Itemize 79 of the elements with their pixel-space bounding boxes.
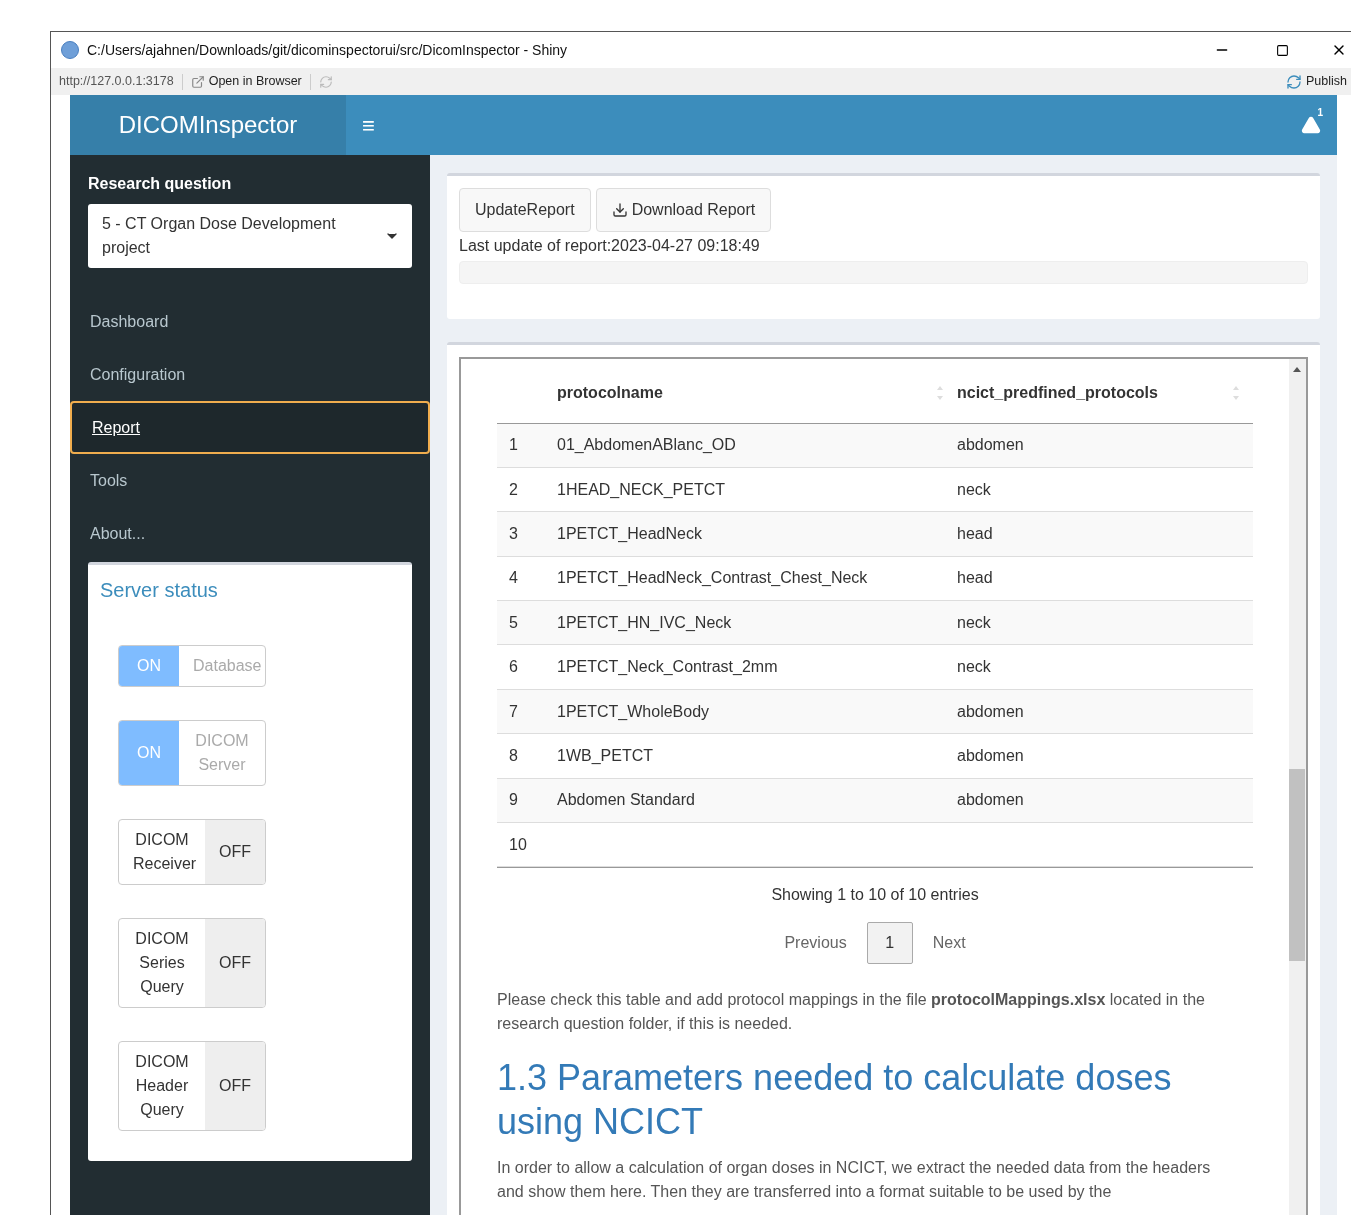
paragraph-text: In order to allow a calculation of organ doses in NCICT, we extract the needed data from the headers and show them here. Then they are transferred into a format suitable to be used by the — [497, 1158, 1212, 1203]
status-switch[interactable]: DICOM Header Query OFF — [118, 1041, 266, 1131]
off-indicator: OFF — [205, 1042, 265, 1130]
panel-title: Server status — [100, 578, 219, 603]
maximize-icon[interactable] — [1276, 43, 1289, 57]
table-cell: 5 — [497, 600, 557, 645]
status-switch[interactable]: DICOM Receiver OFF — [118, 819, 266, 885]
window-title: C:/Users/ajahnen/Downloads/git/dicominspectorui/src/DicomInspector - Shiny — [87, 40, 569, 60]
switch-label: DICOM Server — [194, 731, 250, 775]
table-cell: neck — [957, 467, 1253, 512]
table-cell: 1PETCT_WholeBody — [557, 689, 957, 734]
sidebar-item[interactable]: Tools — [70, 454, 430, 507]
off-indicator: OFF — [205, 820, 265, 884]
table-cell: Abdomen Standard — [557, 778, 957, 823]
download-report-button[interactable]: Download Report — [595, 188, 772, 232]
table-cell: 1PETCT_Neck_Contrast_2mm — [557, 644, 957, 690]
on-indicator: ON — [119, 646, 179, 686]
pagination-link[interactable]: Next — [932, 931, 966, 956]
open-in-browser-button[interactable]: Open in Browser — [190, 72, 302, 91]
table-cell: head — [957, 556, 1253, 601]
section-heading: 1.3 Parameters needed to calculate doses using NCICT — [497, 1056, 1173, 1145]
switch-label: DICOM Header Query — [134, 1052, 190, 1120]
table-cell: neck — [957, 600, 1253, 645]
switch-label: DICOM Receiver — [132, 830, 198, 874]
app-icon — [61, 41, 79, 59]
off-indicator: OFF — [205, 919, 265, 1007]
pagination-link[interactable]: Previous — [784, 931, 847, 956]
table-cell: abdomen — [957, 423, 1253, 468]
sidebar-item[interactable]: Report — [70, 401, 430, 454]
table-cell: 8 — [497, 733, 557, 779]
last-update-text: Last update of report:2023-04-27 09:18:49 — [459, 236, 761, 256]
table-cell: abdomen — [957, 733, 1253, 779]
table-cell: 3 — [497, 511, 557, 557]
column-header[interactable]: ncict_predfined_protocols — [957, 381, 1253, 423]
publish-button[interactable]: Publish — [1286, 72, 1347, 91]
table-cell: 1 — [497, 423, 557, 468]
url-text: http://127.0.0.1:3178 — [59, 73, 174, 91]
browser-icon — [190, 74, 205, 89]
column-header[interactable]: protocolname — [557, 381, 957, 423]
status-switch[interactable]: DICOM Series Query OFF — [118, 918, 266, 1008]
sort-icon — [1233, 386, 1239, 400]
table-cell: 1PETCT_HN_IVC_Neck — [557, 600, 957, 645]
research-question-label: Research question — [88, 174, 233, 194]
note-text: Please check this table and add protocol mappings in the file protocolMappings.xlsx located in the research question folder, if this is needed. — [497, 990, 1206, 1035]
switch-label: Database — [192, 656, 263, 676]
table-cell: 4 — [497, 556, 557, 601]
sidebar-item[interactable]: Configuration — [70, 348, 430, 401]
table-cell: 9 — [497, 778, 557, 823]
table-cell: 01_AbdomenABlanc_OD — [557, 423, 957, 468]
sidebar-item[interactable]: About... — [70, 507, 430, 560]
warning-icon — [1301, 115, 1321, 135]
table-cell: 7 — [497, 689, 557, 734]
table-cell: head — [957, 511, 1253, 557]
table-cell: 6 — [497, 644, 557, 690]
publish-icon — [1286, 73, 1302, 90]
menu-toggle[interactable]: ≡ — [346, 95, 391, 155]
table-cell: abdomen — [957, 689, 1253, 734]
table-cell: 1PETCT_HeadNeck_Contrast_Chest_Neck — [557, 556, 957, 601]
table-cell: 1WB_PETCT — [557, 733, 957, 779]
table-cell: 2 — [497, 467, 557, 512]
table-cell: neck — [957, 644, 1253, 690]
switch-label: DICOM Series Query — [134, 929, 190, 997]
scroll-up-icon[interactable] — [1293, 367, 1301, 372]
table-cell: 10 — [497, 822, 557, 867]
sidebar-item[interactable]: Dashboard — [70, 295, 430, 348]
research-question-select[interactable]: 5 - CT Organ Dose Development project — [88, 204, 412, 268]
app-logo: DICOMInspector — [70, 95, 346, 155]
notifications-button[interactable]: 1 — [1289, 95, 1333, 155]
table-cell: 1HEAD_NECK_PETCT — [557, 467, 957, 512]
table-cell: abdomen — [957, 778, 1253, 823]
table-info: Showing 1 to 10 of 10 entries — [770, 885, 980, 906]
notification-count: 1 — [1317, 106, 1323, 120]
scroll-thumb[interactable] — [1289, 769, 1305, 961]
on-indicator: ON — [119, 721, 179, 785]
update-report-button[interactable]: UpdateReport — [459, 188, 591, 232]
download-icon — [611, 202, 628, 218]
table-cell: 1PETCT_HeadNeck — [557, 511, 957, 557]
sort-icon — [937, 386, 943, 400]
page-button[interactable]: 1 — [866, 922, 913, 965]
